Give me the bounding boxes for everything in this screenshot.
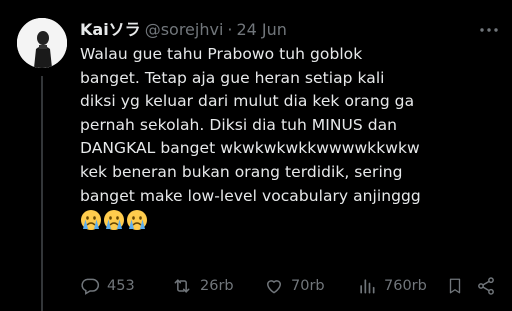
tweet-line: Walau gue tahu Prabowo tuh goblok [80,45,363,63]
reply-icon [81,278,100,295]
reply-count: 453 [107,278,135,294]
heart-icon [267,280,281,294]
author-handle[interactable]: @sorejhvi [145,20,224,40]
tweet-date[interactable]: 24 Jun [236,20,286,40]
crying-face-icon [81,210,101,231]
avatar[interactable] [17,18,67,68]
tweet-line: diksi yg keluar dari mulut dia kek orang… [80,92,415,111]
views-icon [360,279,375,294]
views-button[interactable]: 760rb [357,276,427,296]
like-count: 70rb [291,278,325,294]
reply-button[interactable]: 453 [80,276,135,296]
share-icon [478,277,494,295]
tweet-line: kek beneran bukan orang terdidik, sering [80,162,403,181]
repost-button[interactable]: 26rb [171,276,234,296]
tweet-line: banget. Tetap aja gue heran setiap kali [80,68,385,87]
thread-line [41,76,43,311]
tweet-line: DANGKAL banget wkwkwkwkkwwwwkkwkw [80,139,420,158]
repost-icon [174,279,190,293]
more-icon[interactable] [478,20,500,40]
views-count: 760rb [384,278,427,294]
tweet-line: pernah sekolah. Diksi dia tuh MINUS dan [80,115,398,134]
tweet-header: Kaiソラ @sorejhvi · 24 Jun [80,20,478,40]
crying-face-icon [127,210,147,231]
bookmark-icon [449,278,461,294]
tweet-line: banget make low-level vocabulary anjingg… [80,186,421,205]
repost-count: 26rb [200,278,234,294]
like-button[interactable]: 70rb [264,276,325,296]
separator-dot: · [227,20,233,39]
tweet-text: Walau gue tahu Prabowo tuh goblok banget… [80,43,506,231]
emoji-row [80,209,506,231]
action-bar: 453 26rb 70rb 760rb [80,276,500,296]
bookmark-button[interactable] [446,276,464,296]
crying-face-icon [104,210,124,231]
share-button[interactable] [476,276,496,296]
author-name[interactable]: Kaiソラ [80,20,141,40]
